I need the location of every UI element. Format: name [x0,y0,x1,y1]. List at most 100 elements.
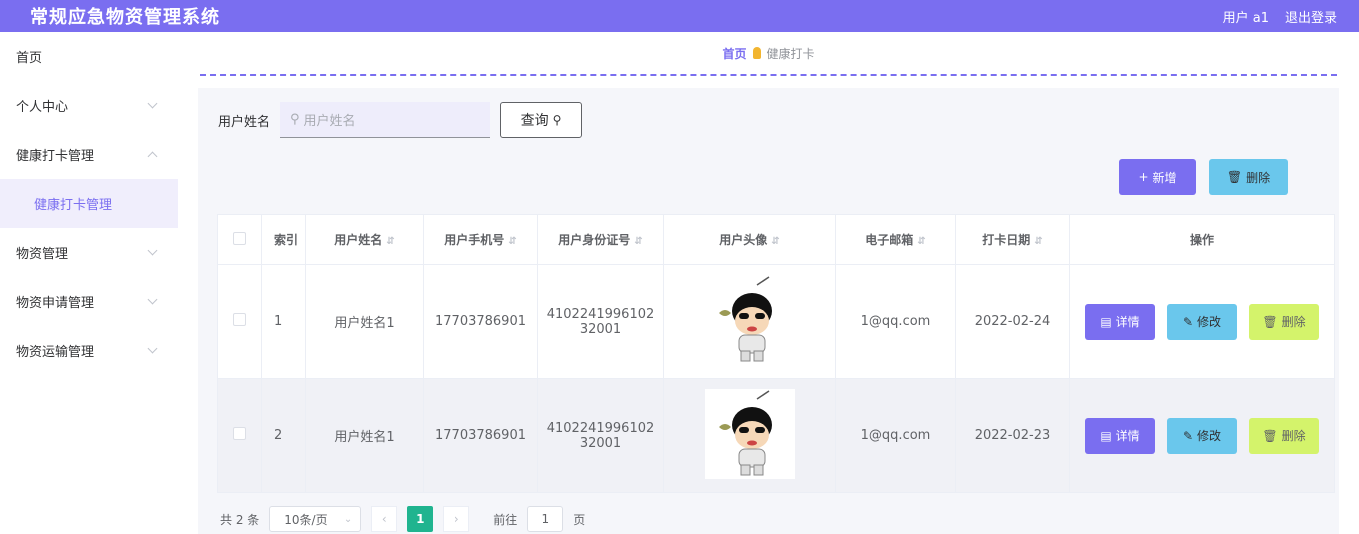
query-button-label: 查询 [520,113,549,129]
detail-button[interactable]: ▤ 详情 [1085,417,1155,454]
select-all-checkbox[interactable] [233,231,246,245]
chevron-up-icon [147,151,158,162]
cell-name: 用户姓名1 [305,264,424,379]
search-icon: ⚲ [290,112,300,127]
row-delete-button[interactable]: 🗑 删除 [1249,417,1319,454]
sidebar-item-label: 健康打卡管理 [16,149,95,164]
column-header-id-number[interactable]: 用户身份证号 ⇵ [537,214,664,265]
search-label: 用户姓名 [218,114,271,130]
sidebar-item-label: 首页 [16,51,43,66]
sort-icon[interactable]: ⇵ [386,236,394,247]
search-icon: ⚲ [552,113,562,127]
column-header-index: 索引 [261,214,306,265]
sidebar-item-label: 个人中心 [16,100,69,115]
edit-button[interactable]: ✎ 修改 [1167,303,1237,340]
column-header-avatar[interactable]: 用户头像 ⇵ [663,214,836,265]
chevron-down-icon [147,343,158,354]
chevron-down-icon: ⌄ [343,513,353,525]
pencil-icon: ✎ [1182,314,1194,329]
cell-actions: ▤ 详情 ✎ 修改 🗑 删除 [1069,264,1335,379]
cell-index: 2 [261,378,306,493]
avatar-image[interactable] [705,275,795,365]
detail-button[interactable]: ▤ 详情 [1085,303,1155,340]
select-all-cell [217,214,262,265]
column-header-date[interactable]: 打卡日期 ⇵ [955,214,1070,265]
table-row: 1 用户姓名1 17703786901 410224199610232001 [217,264,1335,379]
chevron-down-icon [147,98,158,109]
logout-link[interactable]: 退出登录 [1285,7,1337,26]
pineapple-separator-icon [752,47,761,59]
sort-icon[interactable]: ⇵ [508,236,516,247]
cell-name: 用户姓名1 [305,378,424,493]
delete-button-label: 删除 [1246,170,1271,185]
goto-page-input[interactable]: 1 [527,506,564,532]
next-page-button[interactable]: › [443,506,470,532]
sidebar-item-supply-requests[interactable]: 物资申请管理 [0,277,178,326]
user-name[interactable]: 用户 a1 [1223,7,1269,26]
add-button[interactable]: + 新增 [1119,159,1196,195]
row-checkbox[interactable] [233,313,246,326]
cell-index: 1 [261,264,306,379]
cell-id-number: 4102241996102 32001 [537,264,664,379]
sidebar: 首页 个人中心 健康打卡管理 健康打卡管理 物资管理 物资申请管理 物资运输管理 [0,32,178,534]
sort-icon[interactable]: ⇵ [1034,236,1042,247]
sidebar-item-personal-center[interactable]: 个人中心 [0,81,178,130]
trash-icon: 🗑 [1262,428,1278,443]
document-icon: ▤ [1100,314,1112,329]
chevron-right-icon: › [453,512,459,526]
cell-id-number: 4102241996102 32001 [537,378,664,493]
sidebar-item-label: 物资管理 [16,247,69,262]
trash-icon: 🗑 [1226,170,1243,184]
avatar-image[interactable] [704,388,795,479]
column-header-label: 用户姓名 [334,233,383,247]
column-header-label: 打卡日期 [982,233,1031,247]
chevron-left-icon: ‹ [381,512,387,526]
search-input[interactable]: ⚲ 用户姓名 [280,102,491,138]
row-select-cell [217,264,262,379]
page-size-value: 10条/页 [284,512,328,527]
row-checkbox[interactable] [233,427,246,440]
id-number-line: 4102241996102 [546,420,655,436]
query-button[interactable]: 查询 ⚲ [500,102,583,138]
breadcrumb-home[interactable]: 首页 [722,45,746,62]
sort-icon[interactable]: ⇵ [771,236,779,247]
column-header-phone[interactable]: 用户手机号 ⇵ [423,214,538,265]
id-number-line: 32001 [579,435,622,451]
cell-actions: ▤ 详情 ✎ 修改 🗑 删除 [1069,378,1335,493]
row-select-cell [217,378,262,493]
sidebar-item-supply-transport[interactable]: 物资运输管理 [0,326,178,375]
row-delete-button-label: 删除 [1281,315,1306,329]
pencil-icon: ✎ [1182,428,1194,443]
sort-icon[interactable]: ⇵ [917,236,925,247]
sidebar-item-supplies[interactable]: 物资管理 [0,228,178,277]
cell-phone: 17703786901 [423,378,538,493]
search-placeholder: 用户姓名 [303,114,356,129]
pagination-total: 共 2 条 [220,512,260,527]
cell-date: 2022-02-24 [955,264,1070,379]
chevron-down-icon [147,245,158,256]
id-number-line: 32001 [579,321,622,337]
column-header-email[interactable]: 电子邮箱 ⇵ [835,214,956,265]
trash-icon: 🗑 [1262,314,1278,329]
edit-button-label: 修改 [1197,429,1222,443]
page-size-select[interactable]: 10条/页 ⌄ [269,506,362,532]
sort-icon[interactable]: ⇵ [634,236,642,247]
detail-button-label: 详情 [1115,429,1140,443]
breadcrumb: 首页 健康打卡 [200,32,1337,76]
cell-phone: 17703786901 [423,264,538,379]
row-delete-button[interactable]: 🗑 删除 [1249,303,1319,340]
page-number-1[interactable]: 1 [407,506,434,532]
top-bar: 常规应急物资管理系统 用户 a1 退出登录 [0,0,1359,32]
prev-page-button[interactable]: ‹ [371,506,398,532]
delete-button[interactable]: 🗑 删除 [1209,159,1288,195]
sidebar-item-home[interactable]: 首页 [0,32,178,81]
column-header-name[interactable]: 用户姓名 ⇵ [305,214,424,265]
search-row: 用户姓名 ⚲ 用户姓名 查询 ⚲ [218,102,583,138]
sidebar-item-health-checkin[interactable]: 健康打卡管理 [0,130,178,179]
column-header-label: 用户头像 [719,233,768,247]
row-delete-button-label: 删除 [1281,429,1306,443]
sidebar-subitem-health-checkin[interactable]: 健康打卡管理 [0,179,178,228]
page-suffix-label: 页 [573,512,586,527]
column-header-label: 电子邮箱 [865,233,914,247]
edit-button[interactable]: ✎ 修改 [1167,417,1237,454]
